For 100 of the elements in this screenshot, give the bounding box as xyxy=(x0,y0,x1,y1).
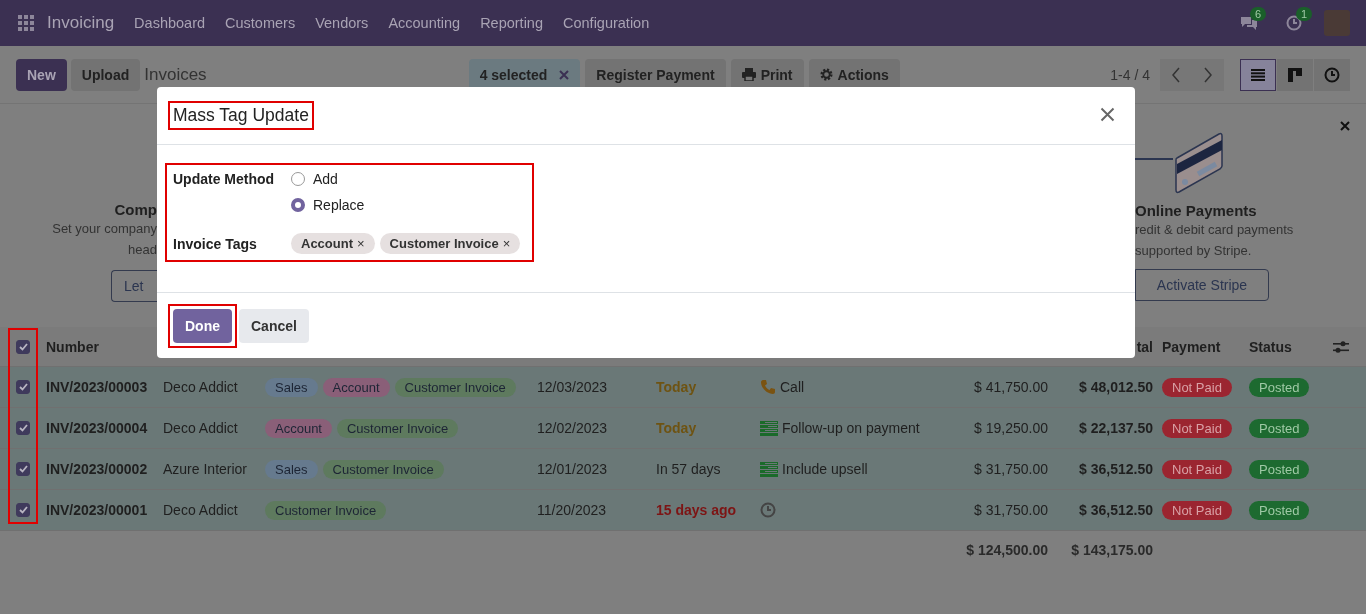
list-icon xyxy=(760,461,778,477)
table-cell: $ 22,137.50 xyxy=(1079,420,1153,436)
column-settings-icon[interactable] xyxy=(1333,339,1349,354)
tag: Customer Invoice xyxy=(322,459,444,479)
app-name[interactable]: Invoicing xyxy=(47,13,115,33)
count-badge: 6 xyxy=(1250,7,1267,21)
menu-item[interactable]: Vendors xyxy=(315,15,369,31)
close-icon[interactable] xyxy=(1340,121,1350,131)
pager-text: 1-4 / 4 xyxy=(1110,66,1150,83)
status-badge: Posted xyxy=(1249,500,1310,520)
tag: Account xyxy=(265,418,332,438)
view-switch-button[interactable] xyxy=(1240,58,1276,91)
menu-item[interactable]: Customers xyxy=(225,15,296,31)
table-cell: $ 48,012.50 xyxy=(1079,379,1153,395)
menu-item[interactable]: Accounting xyxy=(388,15,461,31)
done-button[interactable]: Done xyxy=(173,308,232,343)
payment-status-badge: Not Paid xyxy=(1162,459,1232,479)
remove-tag-icon[interactable]: × xyxy=(502,236,511,251)
upload-button[interactable]: Upload xyxy=(70,58,141,91)
menu-item[interactable]: Configuration xyxy=(563,15,650,31)
clock-icon[interactable] xyxy=(1286,15,1302,31)
table-cell: Azure Interior xyxy=(163,461,248,477)
kanban-view-icon xyxy=(1288,67,1302,82)
previous-button[interactable] xyxy=(1160,58,1192,91)
next-button[interactable] xyxy=(1192,58,1224,91)
checkbox[interactable] xyxy=(16,421,30,435)
checkbox[interactable] xyxy=(16,380,30,394)
table-cell: Today xyxy=(656,379,697,395)
apps-menu-icon[interactable] xyxy=(18,15,34,31)
table-cell: 12/03/2023 xyxy=(537,379,608,395)
table-cell: INV/2023/00004 xyxy=(46,420,148,436)
table-cell: $ 36,512.50 xyxy=(1079,502,1153,518)
activity-text[interactable]: Follow-up on payment xyxy=(782,420,920,436)
banner-title: Online Payments xyxy=(1135,202,1257,219)
banner-text: head xyxy=(128,241,157,259)
table-cell: Deco Addict xyxy=(163,502,238,518)
activate-stripe-button[interactable]: Activate Stripe xyxy=(1135,269,1269,301)
banner-text: redit & debit card payments xyxy=(1135,221,1294,239)
table-cell: $ 36,512.50 xyxy=(1079,461,1153,477)
table-cell: 11/20/2023 xyxy=(537,502,607,518)
credit-card-drawing xyxy=(1173,132,1225,194)
column-header[interactable]: Payment xyxy=(1153,338,1221,355)
payment-status-badge: Not Paid xyxy=(1162,377,1232,397)
close-icon[interactable] xyxy=(1100,106,1115,122)
view-switch-button[interactable] xyxy=(1314,58,1350,91)
checkbox[interactable] xyxy=(16,339,30,354)
tag: Sales xyxy=(265,459,318,479)
next-page-icon[interactable] xyxy=(1203,66,1213,83)
total-cell: $ 124,500.00 xyxy=(966,542,1048,558)
table-cell: Deco Addict xyxy=(163,379,238,395)
count-badge: 1 xyxy=(1296,7,1313,21)
view-switch-button[interactable] xyxy=(1277,58,1313,91)
table-cell: 12/02/2023 xyxy=(537,420,608,436)
checkbox[interactable] xyxy=(16,503,30,517)
radio-option[interactable]: Add xyxy=(291,171,365,187)
cancel-button[interactable]: Cancel xyxy=(239,308,309,343)
payment-status-badge: Not Paid xyxy=(1162,500,1232,520)
menu-item[interactable]: Reporting xyxy=(480,15,543,31)
checkbox[interactable] xyxy=(16,462,30,476)
activity-text[interactable]: Call xyxy=(780,379,805,395)
table-cell: $ 41,750.00 xyxy=(974,379,1048,395)
dialog-title: Mass Tag Update xyxy=(173,105,309,125)
previous-page-icon[interactable] xyxy=(1171,66,1181,83)
new-button[interactable]: New xyxy=(16,58,67,91)
column-header[interactable]: tal xyxy=(1136,338,1153,355)
table-cell: INV/2023/00003 xyxy=(46,379,148,395)
status-badge: Posted xyxy=(1249,418,1310,438)
table-cell: 15 days ago xyxy=(656,502,737,518)
status-badge: Posted xyxy=(1249,459,1310,479)
banner-text: supported by Stripe. xyxy=(1135,242,1252,260)
banner-title: Comp xyxy=(114,201,157,218)
tag-chip: Account × xyxy=(291,233,375,254)
payment-status-badge: Not Paid xyxy=(1162,418,1232,438)
connector-line xyxy=(1135,158,1173,160)
table-cell: $ 31,750.00 xyxy=(974,502,1048,518)
tag: Customer Invoice xyxy=(265,500,387,520)
banner-text: Set your company xyxy=(52,220,157,238)
tag-chip: Customer Invoice × xyxy=(379,233,521,254)
table-cell: Deco Addict xyxy=(163,420,238,436)
table-cell: In 57 days xyxy=(656,461,721,477)
phone-icon xyxy=(760,379,776,395)
column-header[interactable]: Status xyxy=(1249,338,1292,355)
tag: Customer Invoice xyxy=(394,377,516,397)
tag: Account xyxy=(322,377,390,397)
table-cell: INV/2023/00001 xyxy=(46,502,148,518)
activity-text[interactable]: Include upsell xyxy=(782,461,868,477)
total-cell: $ 143,175.00 xyxy=(1071,542,1153,558)
radio-option[interactable]: Replace xyxy=(291,197,365,213)
gear-icon xyxy=(819,68,833,81)
remove-tag-icon[interactable]: × xyxy=(357,236,365,251)
table-cell: $ 19,250.00 xyxy=(974,420,1048,436)
menu-item[interactable]: Dashboard xyxy=(134,15,206,31)
list-icon xyxy=(760,420,778,436)
tag: Sales xyxy=(265,377,318,397)
activity-view-icon[interactable] xyxy=(1324,66,1340,83)
column-header[interactable]: Number xyxy=(46,338,99,355)
list-view-icon xyxy=(1251,68,1265,81)
close-icon[interactable] xyxy=(559,69,570,80)
table-cell: Today xyxy=(656,420,697,436)
clock-icon[interactable] xyxy=(760,502,776,518)
